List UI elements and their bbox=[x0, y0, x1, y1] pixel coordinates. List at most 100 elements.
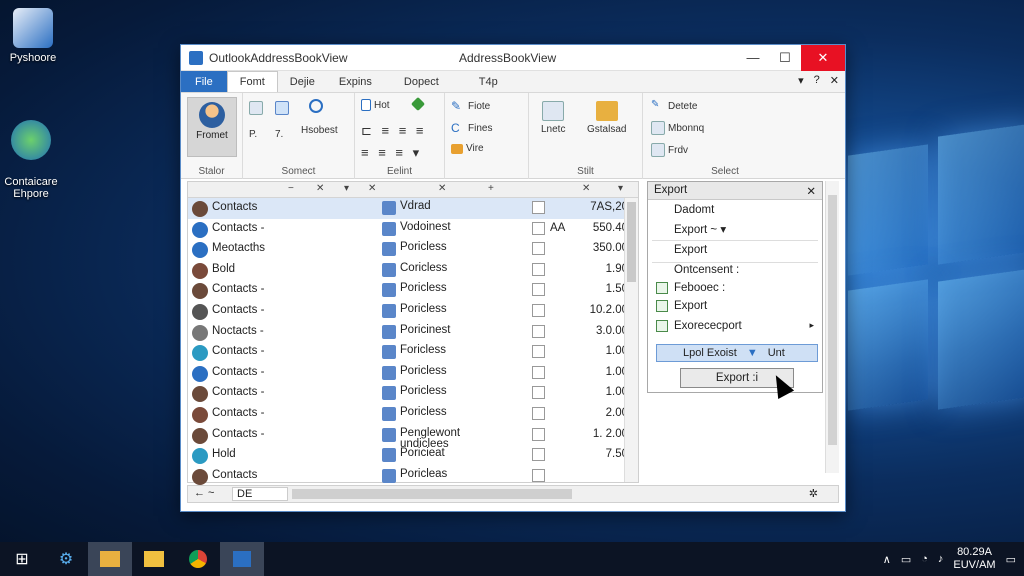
menu-item-export-2[interactable]: Export bbox=[674, 300, 707, 312]
list-buttons[interactable]: ≡ ≡ ≡ ▾ bbox=[361, 145, 422, 161]
row-checkbox[interactable] bbox=[532, 427, 545, 441]
fiote-button[interactable]: ✎ Fiote bbox=[451, 99, 490, 113]
column-close-icon[interactable]: ✕ bbox=[438, 183, 446, 194]
scroll-thumb[interactable] bbox=[627, 202, 636, 282]
table-row[interactable]: Contacts - Poricless 2.00 bbox=[188, 404, 638, 425]
scroll-thumb[interactable] bbox=[828, 195, 837, 445]
table-row[interactable]: Noctacts - Poricinest 3.0.00 bbox=[188, 322, 638, 343]
row-checkbox[interactable] bbox=[532, 324, 545, 338]
tab-t4p[interactable]: T4p bbox=[451, 71, 510, 92]
lnetc-button[interactable]: Lnetc bbox=[541, 101, 565, 135]
gstalsad-button[interactable]: Gstalsad bbox=[587, 101, 626, 135]
row-checkbox[interactable] bbox=[532, 303, 545, 317]
export-format-field[interactable]: Lpol Exoist ▼ Unt bbox=[656, 344, 818, 362]
fromet-button[interactable]: Fromet bbox=[187, 97, 237, 157]
mbonnq-button[interactable]: Mbonnq bbox=[651, 121, 704, 135]
frdv-button[interactable]: Frdv bbox=[651, 143, 688, 157]
taskbar-app[interactable]: ⚙ bbox=[44, 542, 88, 576]
row-checkbox[interactable] bbox=[532, 365, 545, 379]
column-minus[interactable]: − bbox=[288, 183, 294, 194]
nav-left-icon[interactable]: ← ~ bbox=[194, 487, 214, 499]
row-checkbox[interactable] bbox=[532, 201, 545, 214]
column-dropdown-icon[interactable]: ▾ bbox=[618, 183, 623, 194]
row-checkbox[interactable] bbox=[532, 468, 545, 482]
network-icon[interactable]: ◔ bbox=[921, 553, 928, 565]
taskbar-app[interactable] bbox=[176, 542, 220, 576]
close-button[interactable]: ✕ bbox=[801, 44, 845, 71]
table-row[interactable]: Contacts - Poricless 10.2.00 bbox=[188, 301, 638, 322]
row-checkbox[interactable] bbox=[532, 221, 545, 235]
hsobest-button[interactable]: Hsobest bbox=[301, 125, 338, 136]
volume-icon[interactable]: ♪ bbox=[938, 553, 944, 565]
hot-button[interactable]: Hot bbox=[361, 99, 390, 111]
vire-button[interactable]: Vire bbox=[451, 143, 484, 154]
table-row[interactable]: Contacts - Penglewont undiclees 1. 2.00 bbox=[188, 425, 638, 449]
tab-dejie[interactable]: Dejie bbox=[278, 71, 327, 92]
table-icon bbox=[542, 101, 565, 121]
help-icon[interactable]: ? bbox=[814, 74, 820, 87]
menu-item-febooec[interactable]: Febooec : bbox=[674, 282, 725, 294]
table-row[interactable]: Hold Poricieat 7.50 bbox=[188, 445, 638, 466]
row-checkbox[interactable] bbox=[532, 448, 545, 462]
filter-field[interactable]: DE bbox=[232, 487, 288, 501]
table-row[interactable]: Contacts - Foricless 1.00 bbox=[188, 342, 638, 363]
table-row[interactable]: Contacts Vdrad 7AS,20 bbox=[188, 198, 638, 219]
ribbon-btn-p[interactable]: P. bbox=[249, 129, 257, 140]
table-row[interactable]: Contacts - Poricless 1.00 bbox=[188, 383, 638, 404]
pin-close-icon[interactable]: ✕ bbox=[830, 74, 839, 87]
table-row[interactable]: Contacts Poricleas bbox=[188, 466, 638, 487]
menu-item-dadomt[interactable]: Dadomt bbox=[674, 204, 714, 216]
chevron-up-icon[interactable]: ∧ bbox=[883, 553, 891, 566]
row-checkbox[interactable] bbox=[532, 386, 545, 400]
minimize-button[interactable]: — bbox=[737, 45, 769, 71]
clock[interactable]: 80.29A EUV/AM bbox=[953, 546, 995, 572]
fill-button[interactable] bbox=[410, 96, 426, 112]
column-close-icon[interactable]: ✕ bbox=[316, 183, 324, 194]
row-checkbox[interactable] bbox=[532, 406, 545, 420]
fines-button[interactable]: C Fines bbox=[451, 121, 492, 135]
tab-expins[interactable]: Expins bbox=[327, 71, 384, 92]
battery-icon[interactable]: ▭ bbox=[901, 553, 911, 566]
desktop-icon-contaicare[interactable]: Contaicare Ehpore bbox=[0, 108, 66, 212]
settings-icon[interactable]: ✲ bbox=[809, 487, 818, 500]
menu-item-export-sub[interactable]: Export ~ ▾ bbox=[674, 222, 726, 236]
notifications-icon[interactable]: ▭ bbox=[1006, 553, 1016, 566]
search-button[interactable] bbox=[309, 99, 323, 113]
column-dropdown-icon[interactable]: ▾ bbox=[344, 183, 349, 194]
menu-item-export[interactable]: Export bbox=[674, 244, 707, 256]
row-checkbox[interactable] bbox=[532, 262, 545, 276]
title-bar[interactable]: OutlookAddressBookView AddressBookView —… bbox=[181, 44, 845, 71]
tab-dopect[interactable]: Dopect bbox=[384, 71, 451, 92]
edit-button[interactable] bbox=[275, 101, 289, 115]
tab-file[interactable]: File bbox=[181, 71, 227, 92]
ribbon-btn-7[interactable]: 7. bbox=[275, 129, 283, 140]
column-close-icon[interactable]: ✕ bbox=[368, 183, 376, 194]
table-row[interactable]: Contacts - Poricless 1.00 bbox=[188, 363, 638, 384]
column-close-icon[interactable]: ✕ bbox=[582, 183, 590, 194]
panel-scrollbar[interactable] bbox=[825, 181, 839, 473]
ribbon-dropdown-icon[interactable]: ▾ bbox=[798, 74, 804, 87]
table-row[interactable]: Bold Coricless 1.90 bbox=[188, 260, 638, 281]
align-buttons[interactable]: ⊏ ≡ ≡ ≡ bbox=[361, 123, 426, 139]
row-checkbox[interactable] bbox=[532, 283, 545, 297]
taskbar-app[interactable] bbox=[88, 542, 132, 576]
row-checkbox[interactable] bbox=[532, 345, 545, 359]
detete-button[interactable]: ✎ Detete bbox=[651, 99, 697, 113]
menu-item-exorececport[interactable]: Exorececport bbox=[674, 320, 742, 332]
menu-item-ontcensent[interactable]: Ontcensent : bbox=[674, 264, 739, 276]
table-row[interactable]: Contacts - Vodoinest AA 550.40 bbox=[188, 219, 638, 240]
table-row[interactable]: Meotacths Poricless 350.00 bbox=[188, 239, 638, 260]
column-add-icon[interactable]: + bbox=[488, 183, 494, 194]
table-row[interactable]: Contacts - Poricless 1.50 bbox=[188, 280, 638, 301]
taskbar-app[interactable] bbox=[220, 542, 264, 576]
row-checkbox[interactable] bbox=[532, 242, 545, 256]
page-button[interactable] bbox=[249, 101, 263, 115]
taskbar-app[interactable] bbox=[132, 542, 176, 576]
horizontal-scroll-thumb[interactable] bbox=[292, 489, 572, 499]
start-button[interactable]: ⊞ bbox=[0, 542, 44, 576]
desktop-icon-pyshoore[interactable]: Pyshoore bbox=[0, 8, 68, 64]
list-scrollbar[interactable] bbox=[624, 198, 638, 482]
close-icon[interactable]: ✕ bbox=[806, 184, 816, 198]
maximize-button[interactable]: ☐ bbox=[769, 45, 801, 71]
tab-fomt[interactable]: Fomt bbox=[226, 71, 278, 92]
